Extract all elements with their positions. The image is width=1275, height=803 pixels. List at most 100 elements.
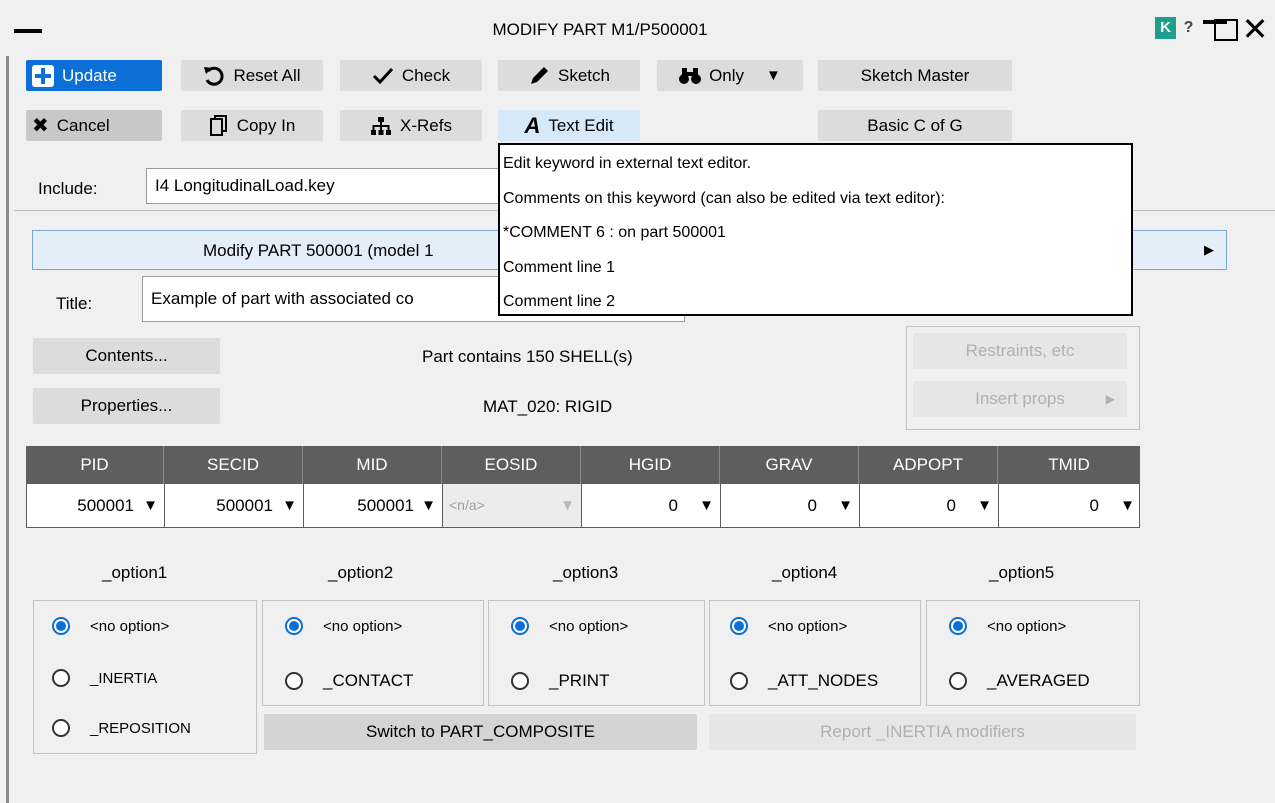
option5-radio-none[interactable]: <no option> <box>949 617 1066 635</box>
sketch-button[interactable]: Sketch <box>498 60 640 91</box>
play-arrow-icon[interactable]: ▶ <box>1204 242 1214 258</box>
tooltip-line: Edit keyword in external text editor. <box>503 155 752 172</box>
window-menu-icon[interactable] <box>14 29 42 33</box>
option3-radio-none[interactable]: <no option> <box>511 617 628 635</box>
radio-unselected-icon <box>52 669 70 687</box>
secid-value: 500001 <box>216 496 273 515</box>
eosid-value: <n/a> <box>449 497 485 513</box>
radio-selected-icon <box>949 617 967 635</box>
radio-label: _INERTIA <box>90 669 158 687</box>
cancel-button[interactable]: ✖ Cancel <box>26 110 162 141</box>
restraints-button[interactable]: Restraints, etc <box>913 333 1127 369</box>
option5-group: <no option> _AVERAGED <box>926 600 1140 706</box>
radio-unselected-icon <box>52 719 70 737</box>
adpopt-dropdown[interactable]: 0 ▼ <box>860 484 999 527</box>
mid-dropdown[interactable]: 500001 ▼ <box>304 484 443 527</box>
dropdown-arrow-icon: ▼ <box>143 497 158 514</box>
left-border <box>6 56 9 803</box>
hgid-dropdown[interactable]: 0 ▼ <box>582 484 721 527</box>
option5-radio-averaged[interactable]: _AVERAGED <box>949 671 1090 691</box>
cancel-label: Cancel <box>56 115 110 135</box>
modify-part-window: MODIFY PART M1/P500001 K ? ✕ Update Rese… <box>0 0 1275 803</box>
secid-dropdown[interactable]: 500001 ▼ <box>165 484 304 527</box>
dropdown-arrow-icon: ▼ <box>1120 497 1135 514</box>
reset-all-button[interactable]: Reset All <box>181 60 323 91</box>
radio-label: <no option> <box>987 617 1067 635</box>
tmid-value: 0 <box>1089 496 1099 515</box>
reset-all-label: Reset All <box>233 65 301 85</box>
help-button[interactable]: ? <box>1180 17 1197 39</box>
tmid-dropdown[interactable]: 0 ▼ <box>999 484 1141 527</box>
hgid-value: 0 <box>668 496 678 515</box>
maximize-icon[interactable] <box>1214 19 1238 41</box>
switch-to-composite-label: Switch to PART_COMPOSITE <box>366 722 595 741</box>
option2-radio-none[interactable]: <no option> <box>285 617 402 635</box>
update-button[interactable]: Update <box>26 60 162 91</box>
title-bar: MODIFY PART M1/P500001 K ? ✕ <box>0 0 1275 58</box>
header-hgid: HGID <box>581 446 720 484</box>
radio-selected-icon <box>730 617 748 635</box>
sketch-master-button[interactable]: Sketch Master <box>818 60 1012 91</box>
option1-radio-reposition[interactable]: _REPOSITION <box>52 719 191 737</box>
header-tmid: TMID <box>1048 455 1090 474</box>
keyword-help-button[interactable]: K <box>1155 17 1176 39</box>
report-inertia-button[interactable]: Report _INERTIA modifiers <box>709 714 1136 750</box>
dropdown-arrow-icon: ▼ <box>560 497 575 514</box>
material-text: MAT_020: RIGID <box>483 397 613 416</box>
header-pid: PID <box>26 446 164 484</box>
x-refs-button[interactable]: X-Refs <box>340 110 482 141</box>
radio-label: <no option> <box>549 617 629 635</box>
title-label: Title: <box>56 294 93 313</box>
pencil-icon <box>528 65 550 87</box>
option2-radio-contact[interactable]: _CONTACT <box>285 671 413 691</box>
include-field[interactable]: I4 LongitudinalLoad.key <box>146 168 506 204</box>
sketch-label: Sketch <box>558 65 610 85</box>
properties-label: Properties... <box>80 396 173 415</box>
check-button[interactable]: Check <box>340 60 482 91</box>
only-dropdown[interactable]: Only ▼ <box>657 60 803 91</box>
restraints-label: Restraints, etc <box>965 341 1075 360</box>
x-icon: ✖ <box>32 115 49 137</box>
option4-radio-none[interactable]: <no option> <box>730 617 847 635</box>
text-a-icon: A <box>524 112 541 138</box>
contents-button[interactable]: Contents... <box>33 338 220 374</box>
tooltip-line: Comment line 2 <box>503 293 616 310</box>
text-edit-button[interactable]: A Text Edit <box>498 110 640 141</box>
insert-props-button[interactable]: Insert props ▶ <box>913 381 1127 417</box>
report-inertia-label: Report _INERTIA modifiers <box>820 722 1025 741</box>
plus-icon <box>32 64 54 87</box>
play-arrow-icon: ▶ <box>1105 392 1115 406</box>
dropdown-arrow-icon: ▼ <box>838 497 853 514</box>
option1-group: <no option> _INERTIA _REPOSITION <box>33 600 257 754</box>
undo-icon <box>203 65 225 87</box>
checkmark-icon <box>372 66 394 86</box>
modify-part-text: Modify PART 500001 (model 1 <box>203 241 434 260</box>
basic-c-of-g-button[interactable]: Basic C of G <box>818 110 1012 141</box>
radio-label: _CONTACT <box>323 671 414 690</box>
adpopt-value: 0 <box>946 496 956 515</box>
option1-radio-inertia[interactable]: _INERTIA <box>52 669 157 687</box>
option1-label: _option1 <box>102 563 168 582</box>
pid-dropdown[interactable]: 500001 ▼ <box>27 484 165 527</box>
dropdown-arrow-icon: ▼ <box>699 497 714 514</box>
option4-group: <no option> _ATT_NODES <box>709 600 921 706</box>
copy-in-label: Copy In <box>236 115 296 135</box>
binoculars-icon <box>679 67 702 85</box>
radio-unselected-icon <box>511 672 529 690</box>
option4-radio-att-nodes[interactable]: _ATT_NODES <box>730 671 878 691</box>
dropdown-arrow-icon: ▼ <box>421 497 436 514</box>
pid-value: 500001 <box>77 496 134 515</box>
table-header: PID SECID MID EOSID HGID GRAV ADPOPT TMI… <box>26 446 1140 484</box>
insert-props-label: Insert props <box>975 389 1065 408</box>
eosid-dropdown[interactable]: <n/a> ▼ <box>443 484 582 527</box>
tooltip-line: Comments on this keyword (can also be ed… <box>503 189 945 207</box>
properties-button[interactable]: Properties... <box>33 388 220 424</box>
option3-radio-print[interactable]: _PRINT <box>511 671 609 691</box>
basic-c-of-g-label: Basic C of G <box>867 115 963 135</box>
copy-icon <box>209 114 229 137</box>
option1-radio-none[interactable]: <no option> <box>52 617 169 635</box>
copy-in-button[interactable]: Copy In <box>181 110 323 141</box>
switch-to-composite-button[interactable]: Switch to PART_COMPOSITE <box>264 714 697 750</box>
grav-dropdown[interactable]: 0 ▼ <box>721 484 860 527</box>
close-icon[interactable]: ✕ <box>1240 13 1270 45</box>
